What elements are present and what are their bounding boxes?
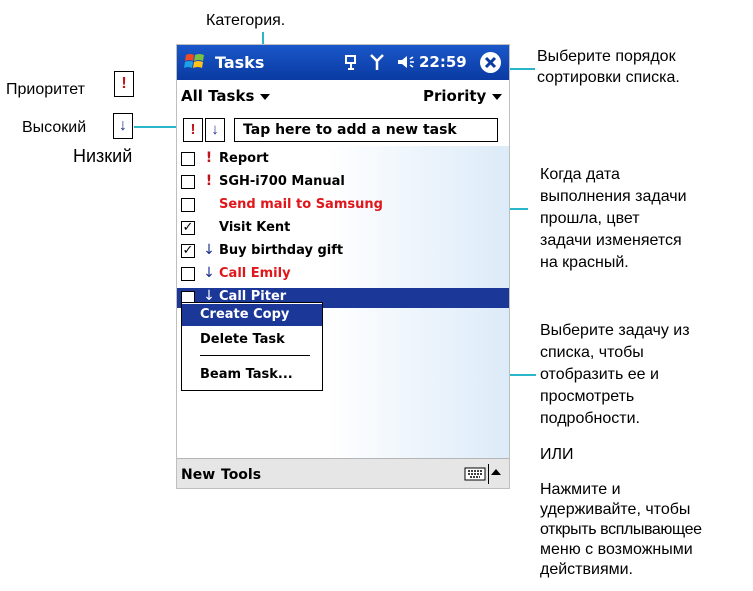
task-row[interactable]: Send mail to Samsung bbox=[177, 194, 509, 217]
keyboard-icon[interactable] bbox=[464, 466, 486, 482]
chevron-down-icon bbox=[260, 93, 271, 100]
divider bbox=[488, 464, 489, 484]
annotation-sort-1: Выберите порядок bbox=[537, 48, 676, 65]
annotation-hold-2: удерживайте, чтобы bbox=[540, 501, 691, 518]
menu-item-delete-task[interactable]: Delete Task bbox=[182, 329, 322, 351]
annotation-select-5: подробности. bbox=[540, 410, 640, 427]
high-priority-button[interactable]: ! bbox=[183, 118, 203, 142]
annotation-hold-3: открыть всплывающее bbox=[540, 521, 702, 538]
task-label: Send mail to Samsung bbox=[219, 197, 383, 212]
task-label: Report bbox=[219, 151, 269, 166]
category-dropdown[interactable]: All Tasks bbox=[181, 87, 271, 105]
low-priority-icon: ↓ bbox=[203, 242, 215, 258]
close-icon[interactable] bbox=[480, 52, 501, 73]
task-checkbox-checked[interactable]: ✓ bbox=[181, 244, 195, 258]
annotation-high: Высокий bbox=[22, 119, 87, 136]
title-bar: Tasks 22:59 bbox=[177, 45, 509, 80]
task-label: Buy birthday gift bbox=[219, 243, 344, 258]
low-priority-icon: ↓ bbox=[203, 265, 215, 281]
task-label: Visit Kent bbox=[219, 220, 291, 235]
task-label: Call Emily bbox=[219, 266, 291, 281]
annotation-sort-2: сортировки списка. bbox=[537, 69, 680, 86]
menu-item-beam-task[interactable]: Beam Task... bbox=[182, 364, 322, 386]
annotation-category: Категория. bbox=[206, 12, 286, 29]
sort-label: Priority bbox=[423, 87, 487, 105]
new-menu[interactable]: New bbox=[181, 467, 215, 483]
annotation-select-1: Выберите задачу из bbox=[540, 322, 690, 339]
annotation-select-2: списка, чтобы bbox=[540, 344, 644, 361]
annotation-select-3: отобразить ее и bbox=[540, 366, 659, 383]
app-title: Tasks bbox=[215, 53, 265, 72]
volume-icon[interactable] bbox=[397, 54, 415, 70]
task-row[interactable]: ↓ Call Emily bbox=[177, 263, 509, 286]
annotation-or: ИЛИ bbox=[540, 446, 574, 463]
task-checkbox[interactable] bbox=[181, 267, 195, 281]
start-menu-icon[interactable] bbox=[183, 50, 207, 74]
task-checkbox-checked[interactable]: ✓ bbox=[181, 221, 195, 235]
task-row[interactable]: ✓ Visit Kent bbox=[177, 217, 509, 240]
annotation-overdue-5: на красный. bbox=[540, 254, 629, 271]
device-screen: Tasks 22:59 All Tasks Priority ! ↓ Tap h… bbox=[176, 44, 510, 489]
annotation-low: Низкий bbox=[73, 146, 133, 166]
annotation-overdue-2: выполнения задачи bbox=[540, 188, 687, 205]
task-row[interactable]: ! SGH-i700 Manual bbox=[177, 171, 509, 194]
new-task-input[interactable]: Tap here to add a new task bbox=[234, 118, 498, 142]
task-row[interactable]: ✓ ↓ Buy birthday gift bbox=[177, 240, 509, 263]
annotation-overdue-3: прошла, цвет bbox=[540, 210, 640, 227]
task-row[interactable]: ! Report bbox=[177, 148, 509, 171]
annotation-overdue-4: задачи изменяется bbox=[540, 232, 682, 249]
chevron-down-icon bbox=[492, 93, 503, 100]
task-list: ! Report ! SGH-i700 Manual Send mail to … bbox=[177, 146, 509, 458]
task-checkbox[interactable] bbox=[181, 152, 195, 166]
low-priority-button[interactable]: ↓ bbox=[205, 118, 225, 142]
sync-icon[interactable] bbox=[343, 53, 361, 71]
context-menu: Create Copy Delete Task Beam Task... bbox=[181, 302, 323, 391]
clock[interactable]: 22:59 bbox=[419, 53, 467, 71]
task-checkbox[interactable] bbox=[181, 198, 195, 212]
menu-item-create-copy[interactable]: Create Copy bbox=[182, 304, 322, 326]
filter-bar: All Tasks Priority bbox=[177, 80, 509, 112]
new-task-entry-bar: ! ↓ Tap here to add a new task bbox=[177, 115, 509, 143]
high-priority-icon: ! bbox=[205, 150, 213, 166]
sort-dropdown[interactable]: Priority bbox=[423, 87, 503, 105]
priority-high-icon: ! bbox=[114, 71, 134, 97]
menu-divider bbox=[200, 355, 310, 356]
high-priority-icon: ! bbox=[205, 173, 213, 189]
bottom-menu-bar: New Tools bbox=[177, 458, 509, 488]
annotation-hold-4: меню с возможными bbox=[540, 541, 693, 558]
annotation-overdue-1: Когда дата bbox=[540, 166, 620, 183]
signal-icon[interactable] bbox=[369, 52, 385, 72]
task-checkbox[interactable] bbox=[181, 175, 195, 189]
annotation-hold-1: Нажмите и bbox=[540, 481, 621, 498]
annotation-select-4: просмотреть bbox=[540, 388, 635, 405]
tools-menu[interactable]: Tools bbox=[221, 467, 261, 483]
priority-low-icon: ↓ bbox=[113, 113, 133, 139]
task-label: SGH-i700 Manual bbox=[219, 174, 345, 189]
annotation-hold-5: действиями. bbox=[540, 561, 633, 578]
annotation-priority: Приоритет bbox=[6, 81, 85, 98]
category-label: All Tasks bbox=[181, 87, 255, 105]
chevron-up-icon[interactable] bbox=[491, 469, 501, 475]
